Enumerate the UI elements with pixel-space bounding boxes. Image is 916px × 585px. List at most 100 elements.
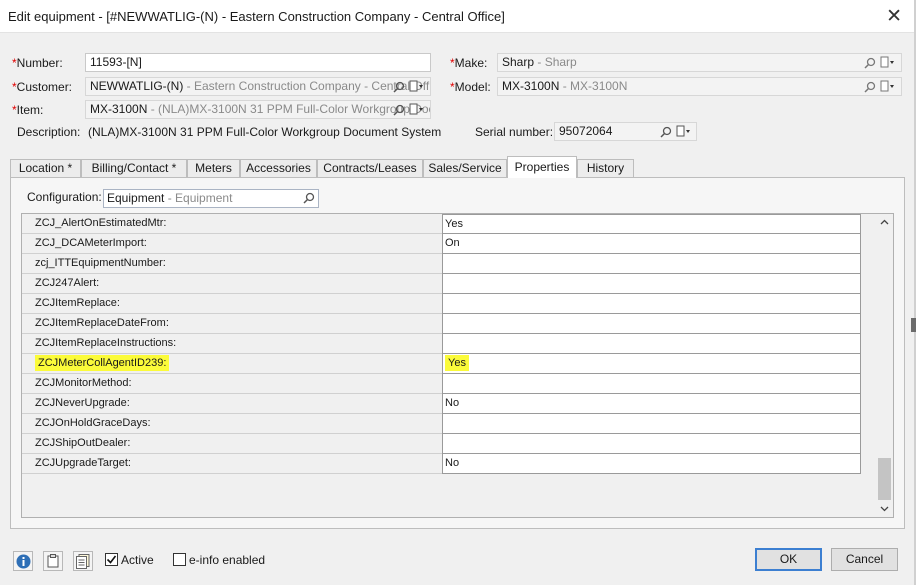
property-value-field[interactable] [442,414,861,434]
number-field[interactable]: 11593-[N] [85,53,431,72]
active-label: Active [121,553,154,567]
model-field[interactable]: MX-3100N - MX-3100N [497,77,902,96]
customer-field-icons [393,78,423,95]
search-icon[interactable] [660,126,672,138]
document-menu-icon[interactable] [409,103,423,116]
document-menu-icon[interactable] [880,80,894,93]
document-menu-icon[interactable] [676,125,690,138]
property-value-field[interactable]: Yes [442,214,861,234]
table-row: ZCJMonitorMethod: [22,374,862,394]
document-list-icon [76,553,90,569]
serial-field-icons [660,123,690,140]
checkmark-icon [106,555,117,564]
table-row: ZCJNeverUpgrade: No [22,394,862,414]
table-row: ZCJShipOutDealer: [22,434,862,454]
property-name: ZCJItemReplaceDateFrom: [22,314,442,334]
tab-location[interactable]: Location * [10,159,81,178]
tab-contracts-leases[interactable]: Contracts/Leases [317,159,423,178]
make-field-icons [864,54,894,71]
make-field[interactable]: Sharp - Sharp [497,53,902,72]
search-icon[interactable] [393,81,405,93]
property-name: ZCJMonitorMethod: [22,374,442,394]
property-value-field[interactable] [442,294,861,314]
item-field[interactable]: MX-3100N - (NLA)MX-3100N 31 PPM Full-Col… [85,100,431,119]
highlight-mark: ZCJMeterCollAgentID239: [35,355,170,371]
property-name: ZCJOnHoldGraceDays: [22,414,442,434]
property-value-field[interactable]: On [442,234,861,254]
property-name: ZCJNeverUpgrade: [22,394,442,414]
properties-rows: ZCJ_AlertOnEstimatedMtr: Yes ZCJ_DCAMete… [22,214,862,474]
property-name: ZCJ_AlertOnEstimatedMtr: [22,214,442,234]
configuration-label: Configuration: [27,190,102,204]
property-name: ZCJUpgradeTarget: [22,454,442,474]
table-row: ZCJ_AlertOnEstimatedMtr: Yes [22,214,862,234]
close-icon[interactable]: ✕ [886,5,902,28]
tab-history[interactable]: History [577,159,634,178]
property-name: ZCJShipOutDealer: [22,434,442,454]
item-field-icons [393,101,423,118]
search-icon[interactable] [864,81,876,93]
property-value-field[interactable] [442,274,861,294]
highlight-mark: Yes [445,355,469,371]
einfo-checkbox[interactable] [173,553,186,566]
search-icon[interactable] [393,104,405,116]
table-row: ZCJItemReplace: [22,294,862,314]
search-icon[interactable] [864,57,876,69]
tab-properties[interactable]: Properties [507,156,577,178]
make-label: *Make: [450,56,488,70]
resize-grip [911,318,916,332]
table-row: ZCJUpgradeTarget: No [22,454,862,474]
table-row: zcj_ITTEquipmentNumber: [22,254,862,274]
configuration-field[interactable]: Equipment - Equipment [103,189,319,208]
clipboard-icon [47,554,59,568]
table-row: ZCJItemReplaceDateFrom: [22,314,862,334]
clipboard-button[interactable] [43,551,63,571]
tab-sales-service[interactable]: Sales/Service [423,159,507,178]
property-value-field[interactable] [442,254,861,274]
document-list-button[interactable] [73,551,93,571]
chevron-up-icon[interactable] [880,218,889,227]
table-row: ZCJ247Alert: [22,274,862,294]
ok-button[interactable]: OK [755,548,822,571]
window-title: Edit equipment - [#NEWWATLIG-(N) - Easte… [8,9,505,24]
search-icon[interactable] [303,192,315,204]
property-name: ZCJ_DCAMeterImport: [22,234,442,254]
property-value-field[interactable]: No [442,454,861,474]
einfo-label: e-info enabled [189,553,266,567]
vertical-scrollbar[interactable] [876,214,893,517]
model-label: *Model: [450,80,491,94]
property-name: ZCJMeterCollAgentID239: [22,354,442,374]
tab-billing-contact[interactable]: Billing/Contact * [81,159,187,178]
info-icon [16,554,30,568]
table-row: ZCJ_DCAMeterImport: On [22,234,862,254]
property-value-field[interactable] [442,314,861,334]
property-value-field[interactable] [442,374,861,394]
cancel-button[interactable]: Cancel [831,548,898,571]
document-menu-icon[interactable] [880,56,894,69]
customer-field[interactable]: NEWWATLIG-(N) - Eastern Construction Com… [85,77,431,96]
tab-meters[interactable]: Meters [187,159,240,178]
customer-label: *Customer: [12,80,73,94]
table-row: ZCJOnHoldGraceDays: [22,414,862,434]
title-bar: Edit equipment - [#NEWWATLIG-(N) - Easte… [0,0,914,33]
property-value-field[interactable]: Yes [442,354,861,374]
model-field-icons [864,78,894,95]
properties-grid: ZCJ_AlertOnEstimatedMtr: Yes ZCJ_DCAMete… [21,213,894,518]
property-name: ZCJItemReplaceInstructions: [22,334,442,354]
table-row: ZCJItemReplaceInstructions: [22,334,862,354]
serial-number-label: Serial number: [475,125,554,139]
property-value-field[interactable]: No [442,394,861,414]
info-button[interactable] [13,551,33,571]
tab-accessories[interactable]: Accessories [240,159,317,178]
property-name: ZCJ247Alert: [22,274,442,294]
document-menu-icon[interactable] [409,80,423,93]
number-label: *Number: [12,56,63,70]
active-checkbox[interactable] [105,553,118,566]
chevron-down-icon[interactable] [880,504,889,513]
property-name: ZCJItemReplace: [22,294,442,314]
table-row-highlighted: ZCJMeterCollAgentID239: Yes [22,354,862,374]
scrollbar-thumb[interactable] [878,458,891,500]
property-name: zcj_ITTEquipmentNumber: [22,254,442,274]
property-value-field[interactable] [442,434,861,454]
property-value-field[interactable] [442,334,861,354]
